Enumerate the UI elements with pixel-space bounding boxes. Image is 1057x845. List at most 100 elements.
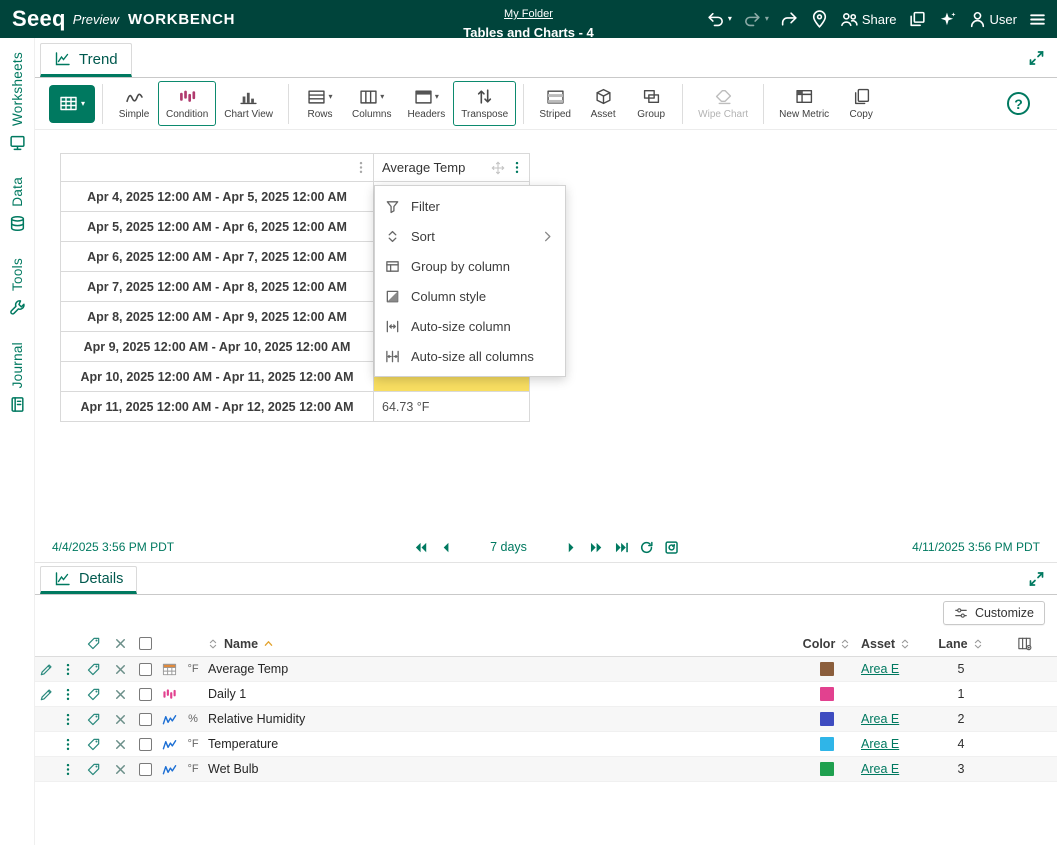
remove-item-button[interactable] xyxy=(107,762,133,777)
name-column-header[interactable]: Name xyxy=(224,637,258,651)
item-menu-button[interactable] xyxy=(57,762,79,777)
tag-item-button[interactable] xyxy=(79,762,107,777)
toolbar-button-asset[interactable]: Asset xyxy=(579,81,627,126)
toolbar-button-rows[interactable]: ▾ Rows xyxy=(296,81,344,126)
item-checkbox[interactable] xyxy=(133,738,157,751)
asset-link[interactable]: Area E xyxy=(855,662,930,676)
pan-forward-button[interactable] xyxy=(564,540,579,555)
duration-label[interactable]: 7 days xyxy=(490,540,527,554)
color-column-header[interactable]: Color xyxy=(799,637,855,651)
tag-item-button[interactable] xyxy=(79,737,107,752)
item-name[interactable]: Temperature xyxy=(205,737,799,751)
menu-item-filter[interactable]: Filter xyxy=(375,191,565,221)
forward-arrow-button[interactable] xyxy=(780,10,799,29)
details-expand-button[interactable] xyxy=(1028,570,1045,587)
toolbar-button-simple[interactable]: Simple xyxy=(110,81,158,126)
color-swatch[interactable] xyxy=(820,737,834,751)
item-checkbox[interactable] xyxy=(133,688,157,701)
item-checkbox[interactable] xyxy=(133,763,157,776)
item-name[interactable]: Wet Bulb xyxy=(205,762,799,776)
select-all-checkbox[interactable] xyxy=(133,637,157,650)
column-header-cell[interactable]: Average Temp xyxy=(374,154,530,182)
pan-back-full-button[interactable] xyxy=(413,540,428,555)
color-swatch[interactable] xyxy=(820,712,834,726)
toolbar-button-columns[interactable]: ▾ Columns xyxy=(344,81,399,126)
sidebar-item-journal[interactable]: Journal xyxy=(9,342,26,413)
ai-assistant-button[interactable] xyxy=(938,10,957,29)
main-menu-button[interactable] xyxy=(1028,10,1047,29)
item-menu-button[interactable] xyxy=(57,712,79,727)
menu-item-auto-size-column[interactable]: Auto-size column xyxy=(375,311,565,341)
column-drag-handle-icon[interactable] xyxy=(491,161,505,175)
color-swatch[interactable] xyxy=(820,662,834,676)
auto-update-button[interactable] xyxy=(664,540,679,555)
pan-back-button[interactable] xyxy=(438,540,453,555)
item-name[interactable]: Average Temp xyxy=(205,662,799,676)
toolbar-button-chart-view[interactable]: Chart View xyxy=(216,81,281,126)
tag-item-button[interactable] xyxy=(79,662,107,677)
remove-item-button[interactable] xyxy=(107,712,133,727)
tag-item-button[interactable] xyxy=(79,712,107,727)
customize-button[interactable]: Customize xyxy=(943,601,1045,625)
tab-details[interactable]: Details xyxy=(40,566,137,594)
item-menu-button[interactable] xyxy=(57,662,79,677)
menu-item-sort[interactable]: Sort xyxy=(375,221,565,251)
toolbar-button-copy[interactable]: Copy xyxy=(837,81,885,126)
toolbar-button-transpose[interactable]: Transpose xyxy=(453,81,516,126)
toolbar-button-new-metric[interactable]: New Metric xyxy=(771,81,837,126)
lane-column-header[interactable]: Lane xyxy=(930,637,992,651)
user-menu-button[interactable]: User xyxy=(968,10,1017,29)
lane-value: 4 xyxy=(930,737,992,751)
tag-all-button[interactable] xyxy=(79,636,107,651)
table-view-select-button[interactable]: ▾ xyxy=(49,85,95,123)
seeq-logo[interactable]: Seeq xyxy=(12,6,66,32)
location-pin-button[interactable] xyxy=(810,10,829,29)
item-checkbox[interactable] xyxy=(133,713,157,726)
share-button[interactable]: Share xyxy=(840,10,897,29)
item-name[interactable]: Daily 1 xyxy=(205,687,799,701)
menu-item-column-style[interactable]: Column style xyxy=(375,281,565,311)
remove-item-button[interactable] xyxy=(107,737,133,752)
toolbar-button-striped[interactable]: Striped xyxy=(531,81,579,126)
color-swatch[interactable] xyxy=(820,762,834,776)
item-checkbox[interactable] xyxy=(133,663,157,676)
remove-item-button[interactable] xyxy=(107,687,133,702)
range-end-timestamp[interactable]: 4/11/2025 3:56 PM PDT xyxy=(912,540,1040,554)
toolbar-button-condition[interactable]: Condition xyxy=(158,81,216,126)
item-menu-button[interactable] xyxy=(57,737,79,752)
asset-link[interactable]: Area E xyxy=(855,737,930,751)
asset-column-header[interactable]: Asset xyxy=(855,637,930,651)
windows-button[interactable] xyxy=(908,10,927,29)
remove-item-button[interactable] xyxy=(107,662,133,677)
range-start-timestamp[interactable]: 4/4/2025 3:56 PM PDT xyxy=(52,540,174,554)
undo-button[interactable]: ▾ xyxy=(706,10,732,29)
step-to-now-button[interactable] xyxy=(614,540,629,555)
toolbar-button-headers[interactable]: ▾ Headers xyxy=(399,81,453,126)
edit-item-button[interactable] xyxy=(35,662,57,677)
remove-all-button[interactable] xyxy=(107,636,133,651)
sidebar-item-worksheets[interactable]: Worksheets xyxy=(9,52,26,151)
breadcrumb[interactable]: My Folder xyxy=(504,8,553,22)
toolbar-button-group[interactable]: Group xyxy=(627,81,675,126)
help-button[interactable]: ? xyxy=(1007,92,1030,115)
asset-link[interactable]: Area E xyxy=(855,762,930,776)
asset-link[interactable]: Area E xyxy=(855,712,930,726)
trend-expand-button[interactable] xyxy=(1028,49,1045,66)
item-name[interactable]: Relative Humidity xyxy=(205,712,799,726)
column-menu-icon[interactable] xyxy=(510,160,524,175)
item-menu-button[interactable] xyxy=(57,687,79,702)
sidebar-item-data[interactable]: Data xyxy=(9,177,26,232)
color-swatch[interactable] xyxy=(820,687,834,701)
tab-trend[interactable]: Trend xyxy=(40,43,132,77)
menu-item-auto-size-all-columns[interactable]: Auto-size all columns xyxy=(375,341,565,371)
menu-item-group-by-column[interactable]: Group by column xyxy=(375,251,565,281)
redo-button[interactable]: ▾ xyxy=(743,10,769,29)
edit-item-button[interactable] xyxy=(35,687,57,702)
sidebar-item-tools[interactable]: Tools xyxy=(9,258,26,316)
column-settings-button[interactable] xyxy=(992,636,1057,651)
pan-forward-full-button[interactable] xyxy=(589,540,604,555)
row-column-menu-icon[interactable] xyxy=(354,160,368,175)
refresh-button[interactable] xyxy=(639,540,654,555)
name-sort-icon[interactable] xyxy=(207,638,219,650)
tag-item-button[interactable] xyxy=(79,687,107,702)
